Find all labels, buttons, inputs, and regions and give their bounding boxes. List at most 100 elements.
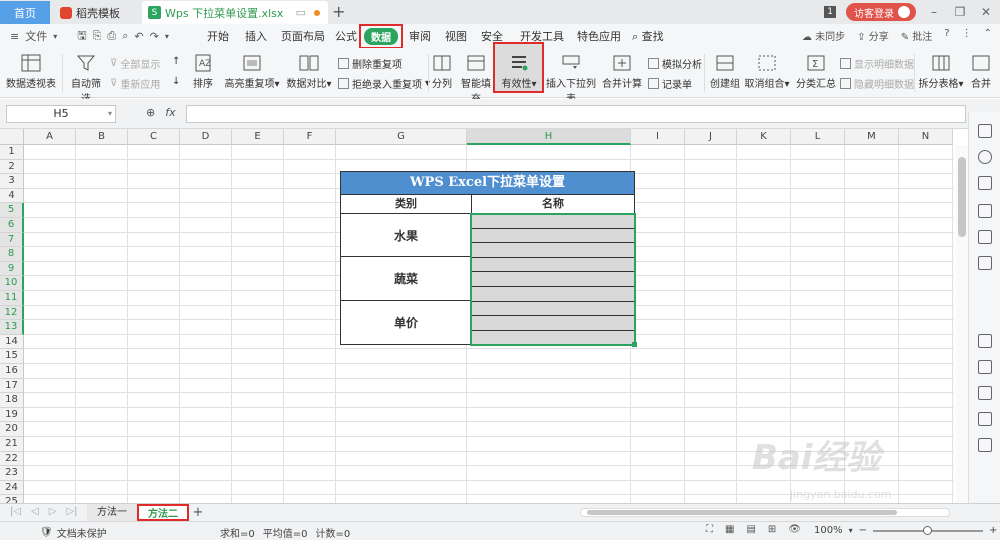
row-header-7[interactable]: 7: [0, 232, 24, 248]
column-header-e[interactable]: E: [232, 129, 284, 145]
chevron-down-icon[interactable]: ▾: [849, 526, 853, 535]
header-category[interactable]: 类别: [340, 194, 472, 214]
sync-status[interactable]: ☁ 未同步: [802, 28, 845, 43]
column-header-g[interactable]: G: [336, 129, 467, 145]
show-all-button[interactable]: ⊽ 全部显示: [110, 56, 160, 71]
name-input-cell[interactable]: [471, 300, 635, 317]
zoom-in-button[interactable]: +: [989, 525, 997, 536]
close-icon[interactable]: ✕: [978, 5, 994, 19]
first-sheet-icon[interactable]: |◁: [10, 506, 21, 517]
column-header-n[interactable]: N: [899, 129, 953, 145]
vertical-scroll-thumb[interactable]: [958, 157, 966, 237]
transfer-icon[interactable]: [978, 386, 992, 400]
name-box[interactable]: H5 ▾: [6, 105, 116, 123]
row-header-23[interactable]: 23: [0, 466, 24, 481]
name-input-cell[interactable]: [471, 286, 635, 302]
unsaved-dot-icon[interactable]: [314, 9, 320, 16]
column-header-k[interactable]: K: [737, 129, 791, 145]
next-sheet-icon[interactable]: ▷: [49, 506, 57, 517]
tab-home[interactable]: 首页: [0, 1, 50, 24]
row-header-16[interactable]: 16: [0, 364, 24, 379]
row-header-2[interactable]: 2: [0, 159, 24, 175]
row-header-11[interactable]: 11: [0, 291, 24, 306]
tab-file[interactable]: S Wps 下拉菜单设置.xlsx ▭: [142, 1, 328, 24]
row-header-8[interactable]: 8: [0, 247, 24, 262]
menu-insert[interactable]: 插入: [245, 28, 267, 44]
remove-duplicates-button[interactable]: 删除重复项: [338, 56, 402, 71]
chevron-down-icon[interactable]: ▾: [53, 32, 57, 41]
select-all-corner[interactable]: [0, 129, 24, 145]
row-header-5[interactable]: 5: [0, 203, 24, 218]
insert-dropdown-list-button[interactable]: 插入下拉列表: [544, 54, 598, 105]
name-input-cell[interactable]: [471, 256, 635, 273]
menu-page-layout[interactable]: 页面布局: [281, 28, 325, 44]
merge-calculation-button[interactable]: 合并计算: [602, 54, 642, 90]
page-break-icon[interactable]: ⊞: [768, 524, 776, 535]
simulate-analysis-button[interactable]: 模拟分析: [648, 56, 702, 71]
row-header-21[interactable]: 21: [0, 437, 24, 452]
menu-search[interactable]: ⌕ 查找: [632, 28, 664, 44]
row-header-19[interactable]: 19: [0, 407, 24, 423]
prev-sheet-icon[interactable]: ◁: [31, 506, 39, 517]
share-button[interactable]: ⇪ 分享: [857, 28, 889, 43]
name-input-cell[interactable]: [471, 315, 635, 331]
category-cell-fruit[interactable]: 水果: [340, 213, 472, 257]
last-sheet-icon[interactable]: ▷|: [66, 506, 77, 517]
sort-button[interactable]: AZ 排序: [190, 54, 216, 90]
page-layout-icon[interactable]: ▤: [746, 524, 755, 535]
validity-button[interactable]: 有效性▾: [497, 54, 541, 90]
column-header-f[interactable]: F: [284, 129, 336, 145]
comment-button[interactable]: ✎ 批注: [901, 28, 933, 43]
hide-detail-button[interactable]: 隐藏明细数据: [840, 76, 914, 91]
column-header-b[interactable]: B: [76, 129, 128, 145]
hamburger-icon[interactable]: ≡: [10, 30, 19, 43]
zoom-slider-knob[interactable]: [923, 525, 932, 535]
subtotal-button[interactable]: Σ 分类汇总: [796, 54, 836, 90]
show-detail-button[interactable]: 显示明细数据: [840, 56, 914, 71]
menu-view[interactable]: 视图: [445, 28, 467, 44]
sheet-tab-method-2[interactable]: 方法二: [137, 504, 189, 521]
ungroup-button[interactable]: 取消组合▾: [744, 54, 790, 90]
smart-fill-button[interactable]: 智能填充: [458, 54, 494, 105]
table-style-icon[interactable]: [978, 204, 992, 218]
row-header-12[interactable]: 12: [0, 305, 24, 321]
column-header-c[interactable]: C: [128, 129, 180, 145]
name-input-cell[interactable]: [471, 329, 635, 346]
row-header-4[interactable]: 4: [0, 188, 24, 204]
sheet-tab-method-1[interactable]: 方法一: [87, 504, 137, 521]
column-header-d[interactable]: D: [180, 129, 232, 145]
column-header-a[interactable]: A: [24, 129, 76, 145]
row-header-3[interactable]: 3: [0, 174, 24, 189]
highlight-duplicates-button[interactable]: 高亮重复项▾: [224, 54, 280, 90]
help-button[interactable]: ?: [944, 28, 949, 43]
monitor-icon[interactable]: ▭: [296, 6, 306, 19]
eye-protection-icon[interactable]: 👁: [788, 524, 801, 535]
row-header-15[interactable]: 15: [0, 349, 24, 364]
export-icon[interactable]: ⎘: [93, 29, 102, 43]
preview-icon[interactable]: ⌕: [122, 29, 128, 43]
column-header-m[interactable]: M: [845, 129, 899, 145]
print-icon[interactable]: ⎙: [107, 29, 116, 43]
name-input-cell[interactable]: [471, 213, 635, 229]
fullscreen-icon[interactable]: ⛶: [706, 524, 713, 535]
row-header-1[interactable]: 1: [0, 145, 24, 160]
mail-icon[interactable]: [978, 412, 992, 426]
row-header-6[interactable]: 6: [0, 218, 24, 233]
row-header-25[interactable]: 25: [0, 495, 24, 503]
backup-icon[interactable]: [978, 334, 992, 348]
chevron-down-icon[interactable]: ▾: [165, 32, 169, 41]
merge-table-button[interactable]: 合并: [966, 54, 996, 90]
sort-asc-button[interactable]: ↑: [172, 56, 180, 67]
zoom-slider[interactable]: [873, 525, 983, 535]
menu-data[interactable]: 数据: [359, 24, 403, 49]
menu-formula[interactable]: 公式: [335, 28, 357, 44]
horizontal-scrollbar[interactable]: [580, 508, 950, 517]
format-icon[interactable]: [978, 176, 992, 190]
row-header-13[interactable]: 13: [0, 320, 24, 335]
row-header-20[interactable]: 20: [0, 422, 24, 437]
window-count-badge[interactable]: 1: [824, 6, 836, 18]
zoom-icon[interactable]: ⊕: [146, 106, 155, 119]
fx-icon[interactable]: fx: [165, 106, 175, 119]
column-header-j[interactable]: J: [685, 129, 737, 145]
horizontal-scroll-thumb[interactable]: [587, 510, 897, 515]
